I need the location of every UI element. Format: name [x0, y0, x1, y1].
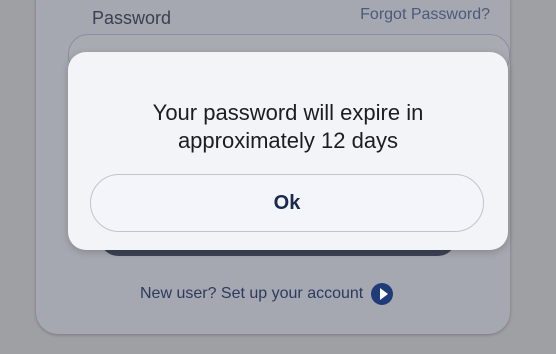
- new-user-link[interactable]: New user? Set up your account: [140, 283, 394, 305]
- new-user-label: New user? Set up your account: [140, 285, 364, 302]
- password-label: Password: [92, 8, 172, 28]
- forgot-password-link[interactable]: Forgot Password?: [360, 6, 490, 24]
- dialog-message-line1: Your password will expire in: [152, 100, 424, 125]
- password-expiry-dialog: Your password will expire in approximate…: [68, 52, 508, 250]
- ok-button[interactable]: Ok: [90, 174, 484, 232]
- arrow-right-circle-icon[interactable]: [371, 283, 394, 305]
- screen: Password Forgot Password? New user? Set …: [0, 0, 556, 354]
- dialog-message: Your password will expire in approximate…: [118, 99, 458, 155]
- dialog-message-line2: approximately 12 days: [177, 128, 399, 153]
